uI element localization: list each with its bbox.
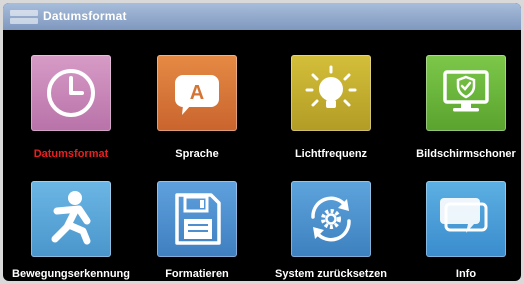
tile-label-formatieren: Formatieren (165, 268, 229, 280)
menu-icon[interactable] (9, 9, 39, 25)
light-bulb-icon (305, 65, 357, 108)
tile-label-system-zuruecksetzen: System zurücksetzen (275, 268, 387, 280)
tile-label-sprache: Sprache (175, 148, 219, 160)
tile-label-bewegungserkennung: Bewegungserkennung (12, 268, 130, 280)
tile-label-info: Info (455, 268, 477, 280)
tile-formatieren[interactable] (157, 181, 237, 257)
tile-bildschirmschoner[interactable] (426, 55, 506, 131)
tile-system-zuruecksetzen[interactable] (291, 181, 371, 257)
motion-person-icon (51, 191, 91, 245)
floppy-disk-icon (175, 193, 221, 245)
reset-gear-icon (311, 196, 351, 242)
tile-info[interactable] (426, 181, 506, 257)
tile-sprache[interactable]: A (157, 55, 237, 131)
page-title: Datumsformat (43, 9, 127, 23)
title-bar: Datumsformat (3, 3, 521, 30)
clock-icon (47, 69, 95, 117)
screen: Datumsformat A Datumsformat Sprache Lich… (3, 3, 521, 281)
monitor-shield-icon (443, 70, 489, 112)
speech-bubble-a-icon: A (175, 75, 219, 115)
info-bubble-icon (440, 198, 488, 233)
tile-bewegungserkennung[interactable] (31, 181, 111, 257)
tile-lichtfrequenz[interactable] (291, 55, 371, 131)
svg-text:A: A (190, 82, 204, 104)
tile-label-lichtfrequenz: Lichtfrequenz (294, 148, 368, 160)
tile-label-bildschirmschoner: Bildschirmschoner (416, 148, 516, 160)
tile-datumsformat[interactable] (31, 55, 111, 131)
tile-label-datumsformat: Datumsformat (33, 148, 109, 160)
